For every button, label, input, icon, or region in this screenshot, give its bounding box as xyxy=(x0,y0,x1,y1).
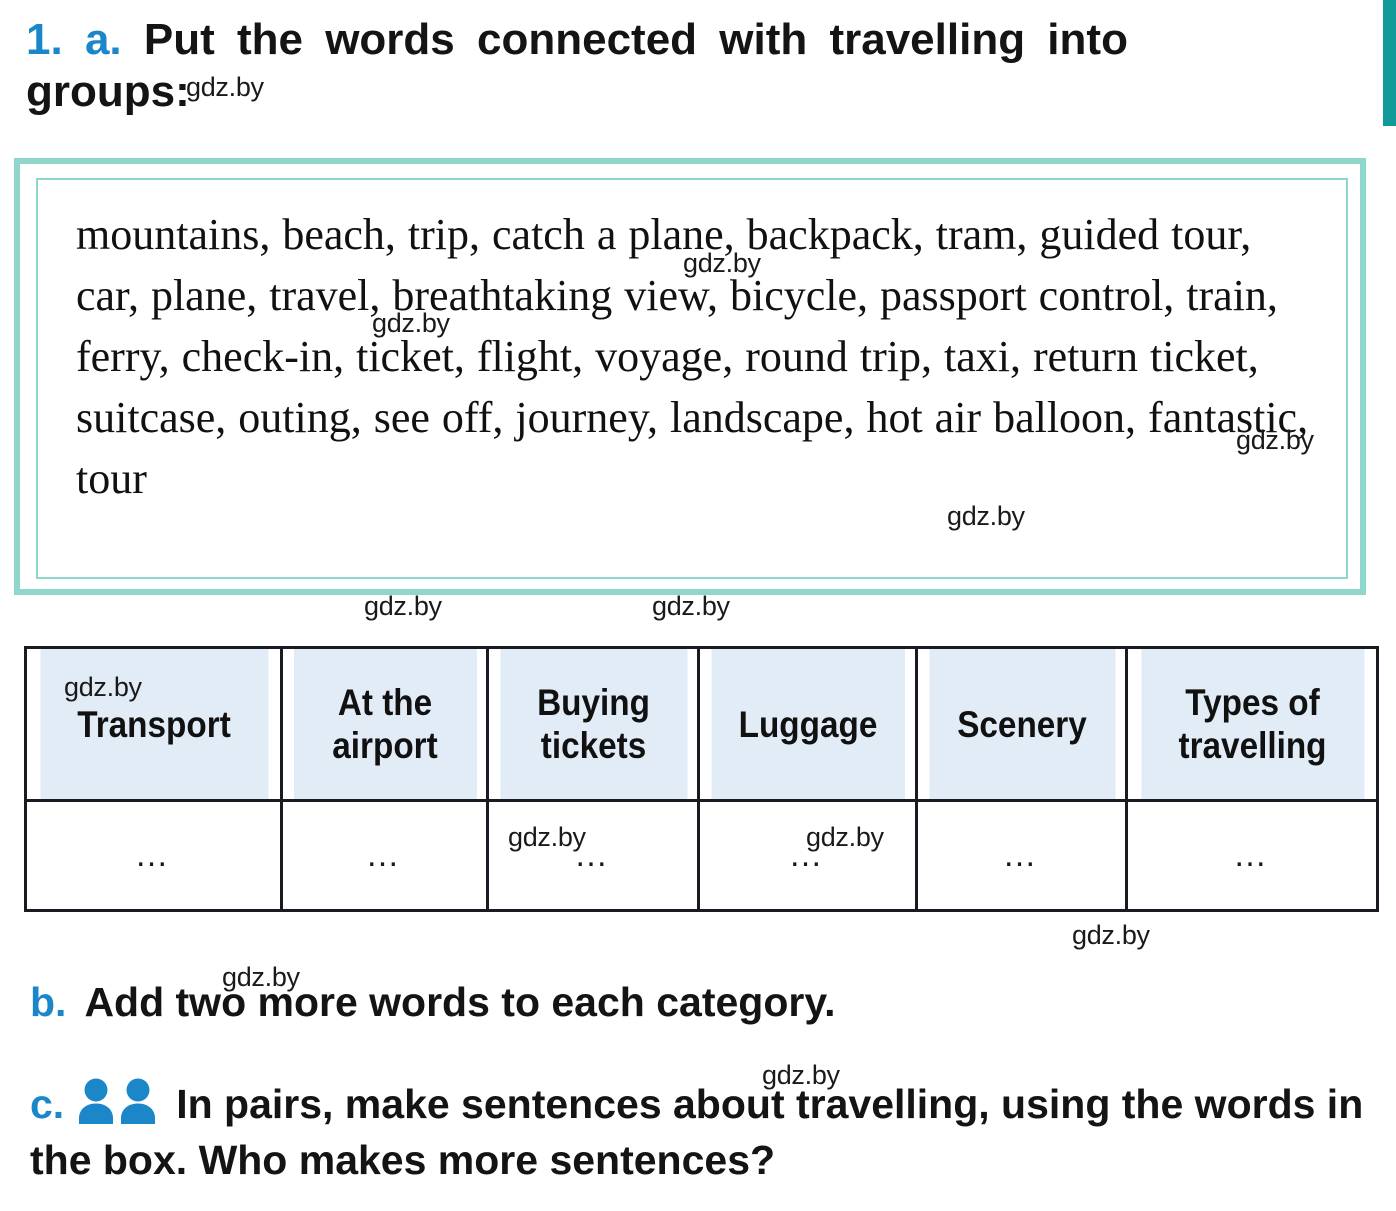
watermark: gdz.by xyxy=(364,591,442,621)
part-b: b. Add two more words to each category. xyxy=(30,977,835,1027)
exercise-heading: 1. a. Put the words connected with trave… xyxy=(26,14,1366,118)
part-b-letter: b. xyxy=(30,979,67,1025)
table-cell-transport[interactable]: … xyxy=(24,799,283,912)
exercise-number: 1. xyxy=(26,15,63,64)
table-header-luggage: Luggage xyxy=(708,646,907,802)
right-edge-accent-bar xyxy=(1383,0,1396,126)
part-a-letter: a. xyxy=(84,15,122,64)
table-cell-scenery[interactable]: … xyxy=(915,799,1128,912)
part-c-letter: c. xyxy=(30,1081,65,1127)
table-cell-types-of-travelling[interactable]: … xyxy=(1125,799,1379,912)
watermark: gdz.by xyxy=(652,591,730,621)
table-row: … … … … … … xyxy=(24,799,1379,912)
word-bank-box: mountains, beach, trip, catch a plane, b… xyxy=(14,158,1366,595)
pair-of-people-icon xyxy=(76,1078,162,1124)
table-cell-luggage[interactable]: … xyxy=(697,799,918,912)
table-header-types-of-travelling: Types of travelling xyxy=(1137,646,1367,802)
watermark: gdz.by xyxy=(1072,920,1150,950)
table-header-transport: Transport xyxy=(36,646,271,802)
table-header-row: Transport At the airport Buying tickets … xyxy=(26,646,1378,802)
part-c-text-line1: In pairs, make sentences about travellin… xyxy=(176,1081,1111,1127)
part-b-text: Add two more words to each category. xyxy=(84,979,836,1025)
table-header-scenery: Scenery xyxy=(925,646,1118,802)
part-c: c. In pairs, make sentences about travell… xyxy=(30,1076,1380,1188)
part-a-text-line1: Put the words connected with travelling … xyxy=(143,15,1128,64)
categories-table: Transport At the airport Buying tickets … xyxy=(24,646,1379,912)
table-cell-at-the-airport[interactable]: … xyxy=(280,799,489,912)
word-bank-words: mountains, beach, trip, catch a plane, b… xyxy=(76,210,1309,503)
table-header-buying-tickets: Buying tickets xyxy=(496,646,690,802)
table-header-at-the-airport: At the airport xyxy=(290,646,479,802)
table-cell-buying-tickets[interactable]: … xyxy=(486,799,700,912)
part-a-text-line2: groups: xyxy=(26,67,190,116)
word-bank-inner-border: mountains, beach, trip, catch a plane, b… xyxy=(36,178,1348,579)
